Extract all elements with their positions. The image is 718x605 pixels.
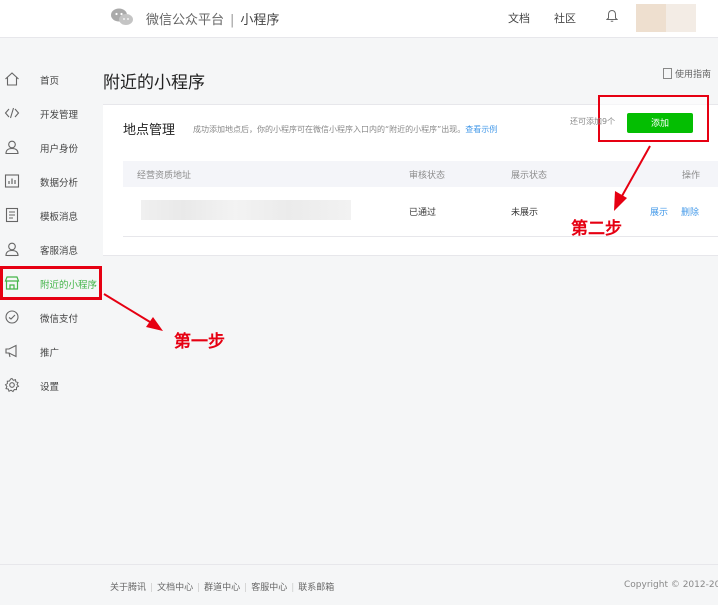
remaining-count: 还可添加9个 — [570, 117, 616, 126]
document-icon — [663, 68, 672, 79]
table-row: 已通过 未展示 展示 删除 — [123, 187, 718, 237]
step1-arrowhead — [146, 317, 163, 331]
footer-link-about[interactable]: 关于腾讯 — [110, 583, 146, 593]
bell-icon[interactable] — [606, 9, 618, 23]
code-icon — [4, 107, 20, 119]
copyright: Copyright © 2012-20 — [624, 580, 718, 590]
brand-separator: | — [230, 13, 235, 28]
megaphone-icon — [5, 344, 17, 358]
sidebar-item-label: 首页 — [40, 76, 60, 87]
section-title: 地点管理 — [123, 123, 176, 138]
footer-link-service[interactable]: 客服中心 — [251, 583, 287, 593]
chart-icon — [4, 174, 20, 188]
gear-icon — [4, 377, 20, 393]
view-example-link[interactable]: 查看示例 — [465, 125, 497, 134]
step1-highlight-box — [0, 266, 102, 300]
docs-link[interactable]: 文档 — [508, 10, 530, 26]
sidebar-item-label: 推广 — [40, 348, 60, 359]
sidebar-item-template[interactable]: 模板消息 — [0, 198, 102, 232]
brand-title: 微信公众平台 | 小程序 — [146, 9, 279, 28]
table-header: 经营资质地址 审核状态 展示状态 操作 — [123, 161, 718, 187]
show-action-link[interactable]: 展示 — [650, 205, 668, 218]
sidebar-item-label: 模板消息 — [40, 212, 79, 223]
delete-action-link[interactable]: 删除 — [681, 205, 699, 218]
pay-icon — [5, 310, 19, 324]
sidebar-item-label: 客服消息 — [40, 246, 79, 257]
home-icon — [5, 72, 19, 86]
sidebar-item-label: 开发管理 — [40, 110, 79, 121]
footer-links: 关于腾讯 | 文档中心 | 群道中心 | 客服中心 | 联系邮箱 — [110, 580, 334, 593]
footer-link-group[interactable]: 群道中心 — [204, 583, 240, 593]
footer: 关于腾讯 | 文档中心 | 群道中心 | 客服中心 | 联系邮箱 Copyright © 201… — [0, 564, 718, 605]
column-header-display: 展示状态 — [511, 171, 548, 181]
footer-link-docs[interactable]: 文档中心 — [157, 583, 193, 593]
column-header-address: 经营资质地址 — [137, 171, 192, 181]
guide-link[interactable]: 使用指南 — [663, 67, 711, 80]
user-icon — [5, 140, 19, 155]
display-status: 未展示 — [511, 208, 539, 218]
sidebar-item-label: 设置 — [40, 382, 60, 393]
add-button[interactable]: 添加 — [627, 113, 693, 133]
footer-link-mail[interactable]: 联系邮箱 — [298, 583, 334, 593]
column-header-actions: 操作 — [682, 171, 701, 181]
sidebar-item-home[interactable]: 首页 — [0, 62, 102, 96]
footer-separator: | — [291, 583, 295, 593]
sidebar-item-settings[interactable]: 设置 — [0, 368, 102, 402]
footer-separator: | — [197, 583, 201, 593]
blurred-address — [141, 200, 351, 220]
sidebar-item-analytics[interactable]: 数据分析 — [0, 164, 102, 198]
review-status: 已通过 — [409, 208, 437, 218]
brand-subtitle: 小程序 — [240, 13, 280, 28]
sidebar-item-label: 用户身份 — [40, 144, 79, 155]
step1-label: 第一步 — [174, 332, 225, 352]
step2-label: 第二步 — [571, 219, 622, 239]
section-description-text: 成功添加地点后，你的小程序可在微信小程序入口内的“附近的小程序”出现。 — [193, 125, 466, 134]
sidebar-item-dev[interactable]: 开发管理 — [0, 96, 102, 130]
sidebar-item-service[interactable]: 客服消息 — [0, 232, 102, 266]
step1-arrow — [103, 293, 151, 323]
footer-separator: | — [244, 583, 248, 593]
sidebar-item-label: 数据分析 — [40, 178, 79, 189]
sidebar-item-pay[interactable]: 微信支付 — [0, 300, 102, 334]
brand-name: 微信公众平台 — [146, 13, 225, 28]
sidebar-item-label: 微信支付 — [40, 314, 79, 325]
section-description: 成功添加地点后，你的小程序可在微信小程序入口内的“附近的小程序”出现。查看示例 — [193, 124, 497, 135]
page-title: 附近的小程序 — [103, 73, 205, 93]
template-icon — [5, 207, 19, 223]
sidebar-item-promote[interactable]: 推广 — [0, 334, 102, 368]
wechat-logo-icon[interactable] — [110, 7, 134, 27]
sidebar-item-user[interactable]: 用户身份 — [0, 130, 102, 164]
column-header-review: 审核状态 — [409, 171, 446, 181]
service-icon — [5, 242, 19, 257]
guide-label: 使用指南 — [675, 70, 712, 80]
top-bar: 微信公众平台 | 小程序 文档 社区 — [0, 0, 718, 38]
avatar[interactable] — [636, 4, 696, 32]
community-link[interactable]: 社区 — [554, 10, 576, 26]
footer-separator: | — [150, 583, 154, 593]
